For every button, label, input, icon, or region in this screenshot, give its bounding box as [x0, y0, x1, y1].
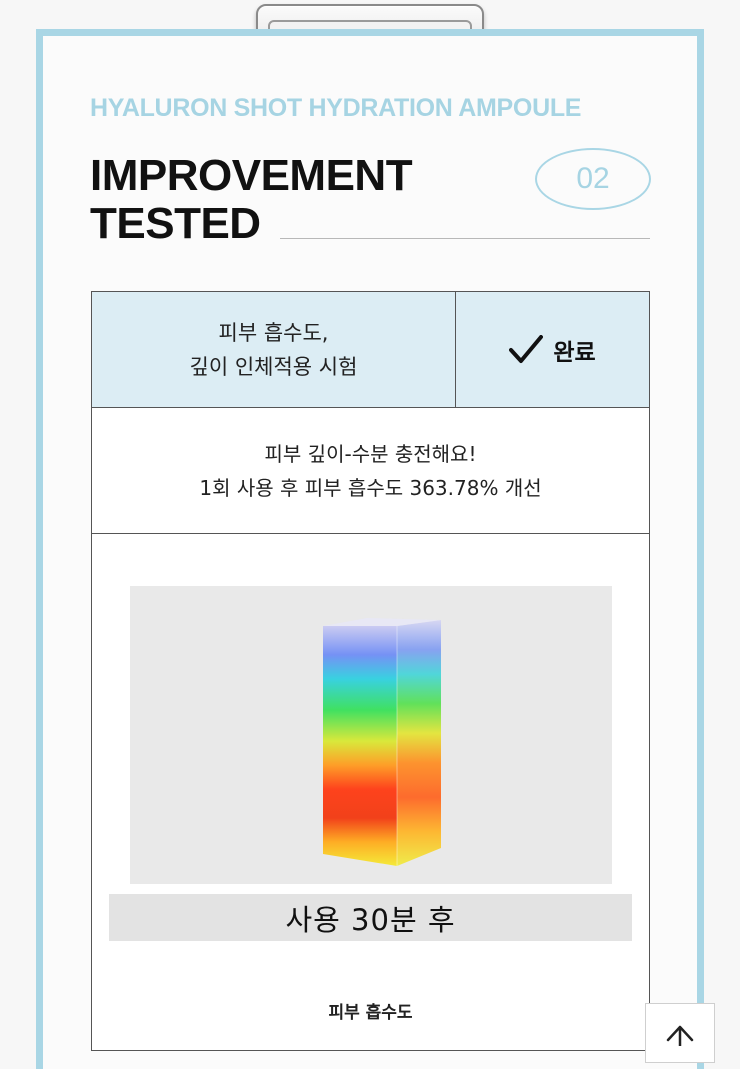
- section-label: 피부 흡수도: [328, 1003, 413, 1023]
- test-status-cell: 완료: [456, 292, 649, 407]
- scroll-to-top-button[interactable]: [645, 1003, 715, 1063]
- test-name-cell: 피부 흡수도, 깊이 인체적용 시험: [92, 292, 456, 407]
- product-subtitle: HYALURON SHOT HYDRATION AMPOULE: [90, 94, 582, 122]
- test-name-line-1: 피부 흡수도,: [218, 320, 329, 345]
- section-number-badge: 02: [535, 148, 651, 210]
- title-divider: [280, 238, 650, 239]
- table-header-row: 피부 흡수도, 깊이 인체적용 시험 완료: [92, 292, 649, 408]
- status-label: 완료: [553, 339, 596, 366]
- title-line-1: IMPROVEMENT: [90, 151, 413, 200]
- description-line-1: 피부 깊이-수분 충전해요!: [264, 441, 477, 466]
- test-result-table: 피부 흡수도, 깊이 인체적용 시험 완료 피부 깊이-수분 충전해요! 1회 …: [91, 291, 650, 1051]
- skin-absorption-image: [130, 586, 612, 884]
- title-line-2: TESTED: [90, 199, 261, 248]
- figure-caption: 사용 30분 후: [109, 894, 632, 941]
- page-title: IMPROVEMENT TESTED: [90, 151, 413, 248]
- absorption-3d-cube-graphic: [323, 618, 441, 866]
- test-name-line-2: 깊이 인체적용 시험: [189, 354, 358, 379]
- arrow-up-icon: [665, 1022, 695, 1050]
- check-icon: [509, 334, 544, 365]
- description-line-2: 1회 사용 후 피부 흡수도 363.78% 개선: [199, 475, 542, 500]
- test-description-row: 피부 깊이-수분 충전해요! 1회 사용 후 피부 흡수도 363.78% 개선: [92, 408, 649, 534]
